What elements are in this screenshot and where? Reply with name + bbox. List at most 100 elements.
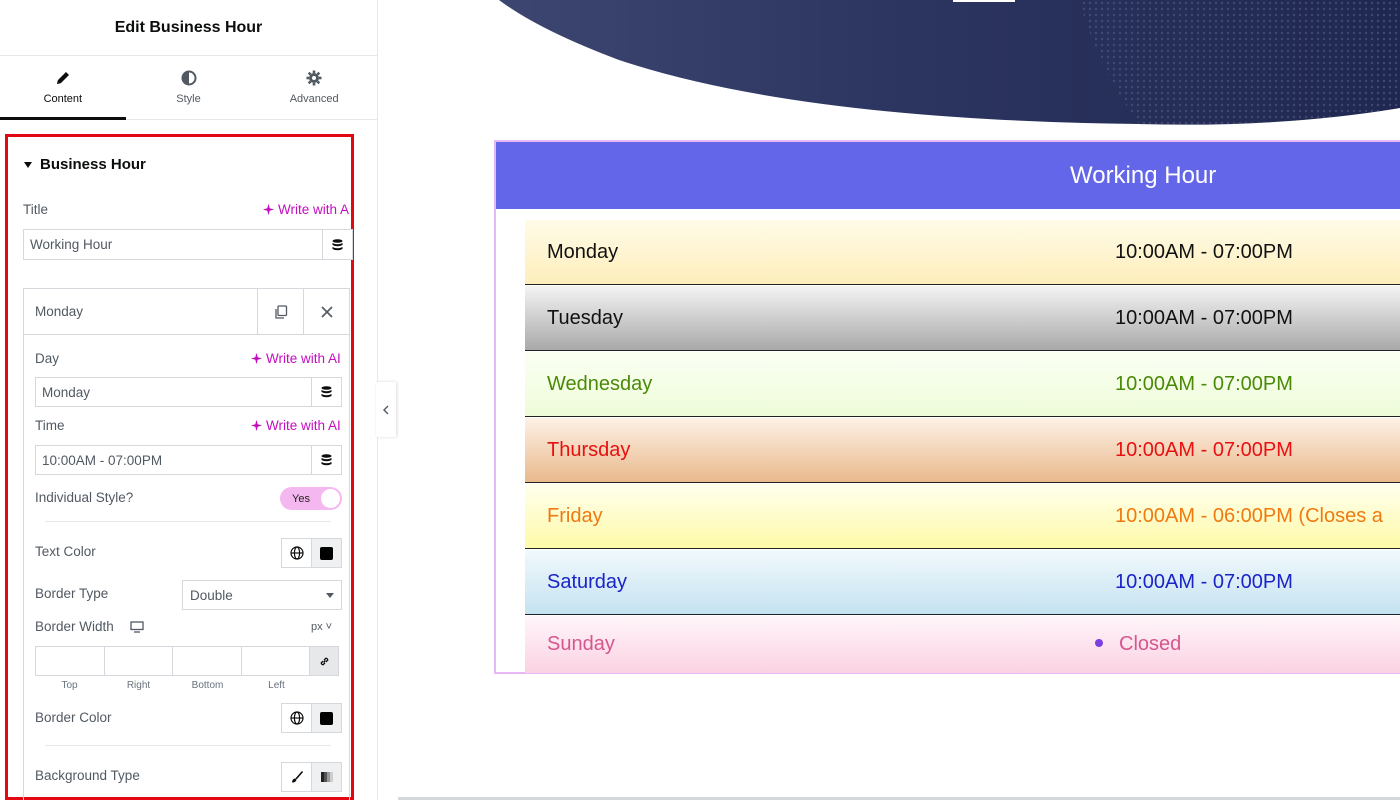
day-name: Tuesday (547, 306, 623, 329)
section-title: Business Hour (40, 156, 146, 173)
globe-icon (289, 711, 304, 725)
sparkle-icon (262, 203, 275, 216)
day-time: 10:00AM - 07:00PM (1115, 438, 1293, 461)
section-toggle-business-hour[interactable]: Business Hour (24, 156, 146, 173)
bullet-icon (1095, 638, 1103, 647)
border-width-label: Border Width (35, 619, 114, 634)
background-gradient-button[interactable] (311, 763, 341, 791)
link-icon (320, 657, 328, 665)
database-icon (332, 238, 343, 250)
day-name: Saturday (547, 570, 628, 593)
half-circle-icon (181, 70, 196, 86)
dynamic-tags-button[interactable] (311, 446, 341, 474)
day-time: 10:00AM - 07:00PM (1115, 570, 1293, 593)
hour-row-sunday: Sunday Closed (525, 616, 1400, 673)
border-type-label: Border Type (35, 586, 109, 601)
global-colors-button[interactable] (282, 539, 311, 567)
day-time: 10:00AM - 07:00PM (1115, 372, 1293, 395)
text-color-picker[interactable] (311, 539, 341, 567)
text-color-label: Text Color (35, 544, 96, 559)
time-write-ai-label: Write with AI (266, 418, 341, 433)
border-color-picker[interactable] (311, 704, 341, 732)
individual-style-toggle[interactable]: Yes (280, 487, 342, 510)
border-width-right[interactable] (103, 646, 173, 676)
day-time: Closed (1095, 633, 1400, 656)
day-time: 10:00AM - 07:00PM (1115, 240, 1293, 263)
day-time: 10:00AM - 06:00PM (Closes a (1115, 504, 1383, 527)
border-type-value: Double (190, 587, 233, 603)
remove-item-button[interactable] (303, 288, 349, 335)
tab-style[interactable]: Style (126, 56, 252, 119)
day-field-value[interactable]: Monday (36, 378, 311, 406)
time-field-value[interactable]: 10:00AM - 07:00PM (36, 446, 311, 474)
border-type-select[interactable]: Double (182, 580, 342, 610)
hour-row-saturday: Saturday 10:00AM - 07:00PM (525, 550, 1400, 615)
time-field[interactable]: 10:00AM - 07:00PM (35, 445, 342, 475)
tab-content[interactable]: Content (0, 56, 126, 120)
title-field[interactable]: Working Hour (23, 229, 353, 260)
panel-tabs: Content Style Advanced (0, 56, 377, 120)
dynamic-tags-button[interactable] (322, 230, 352, 259)
dynamic-tags-button[interactable] (311, 378, 341, 406)
individual-style-label: Individual Style? (35, 490, 134, 505)
globe-icon (289, 546, 304, 560)
border-color-label: Border Color (35, 710, 112, 725)
tab-advanced-label: Advanced (289, 93, 339, 105)
border-width-inputs (35, 646, 339, 676)
day-time: 10:00AM - 07:00PM (1115, 306, 1293, 329)
desktop-icon[interactable] (130, 621, 144, 633)
panel-collapse-handle[interactable] (376, 382, 396, 437)
hour-row-monday: Monday 10:00AM - 07:00PM (525, 220, 1400, 285)
copy-icon (274, 304, 287, 319)
gradient-icon (320, 772, 333, 782)
preview-canvas: Working Hour Monday 10:00AM - 07:00PM Tues… (379, 0, 1400, 800)
sparkle-icon (250, 352, 263, 365)
title-write-ai-link[interactable]: Write with A (262, 202, 349, 217)
day-field[interactable]: Monday (35, 377, 342, 407)
text-color-control[interactable] (281, 538, 342, 568)
divider (45, 521, 331, 522)
panel-header: Edit Business Hour (0, 0, 377, 56)
dim-label-right: Right (126, 680, 151, 691)
global-colors-button[interactable] (282, 704, 311, 732)
duplicate-item-button[interactable] (257, 288, 303, 335)
border-color-control[interactable] (281, 703, 342, 733)
widget-title: Working Hour (496, 142, 1400, 209)
hour-row-friday: Friday 10:00AM - 06:00PM (Closes a (525, 484, 1400, 549)
border-width-left[interactable] (240, 646, 310, 676)
toggle-value: Yes (292, 492, 310, 505)
border-width-bottom[interactable] (172, 646, 242, 676)
pencil-icon (56, 72, 69, 84)
background-type-label: Background Type (35, 768, 140, 783)
link-values-button[interactable] (309, 646, 339, 676)
day-label: Day (35, 351, 60, 366)
background-classic-button[interactable] (282, 763, 311, 791)
database-icon (321, 454, 332, 466)
tab-advanced[interactable]: Advanced (251, 56, 377, 119)
day-write-ai-link[interactable]: Write with AI (250, 351, 341, 366)
panel-content: Business Hour Title Write with A Working… (0, 121, 378, 800)
border-width-top[interactable] (35, 646, 105, 676)
unit-value: px (311, 621, 323, 633)
time-write-ai-link[interactable]: Write with AI (250, 418, 341, 433)
title-field-value[interactable]: Working Hour (24, 230, 322, 259)
color-swatch (320, 546, 333, 560)
business-hour-widget: Working Hour Monday 10:00AM - 07:00PM Tues… (494, 140, 1400, 674)
panel-title: Edit Business Hour (114, 18, 263, 36)
chevron-down-icon (326, 593, 334, 598)
day-name: Friday (547, 504, 603, 527)
editor-panel: Edit Business Hour Content Style Advance… (0, 0, 378, 800)
closed-text: Closed (1119, 633, 1182, 655)
caret-down-icon (24, 161, 32, 168)
day-name: Wednesday (547, 372, 653, 395)
title-label: Title (23, 202, 49, 217)
close-icon (320, 305, 333, 318)
repeater-item-header[interactable]: Monday (24, 288, 349, 335)
unit-selector[interactable]: px ˅ (311, 621, 332, 633)
dim-label-left: Left (268, 680, 285, 691)
dim-label-top: Top (61, 680, 78, 691)
hour-row-thursday: Thursday 10:00AM - 07:00PM (525, 418, 1400, 483)
day-name: Sunday (547, 633, 615, 655)
background-type-control[interactable] (281, 762, 342, 792)
hero-image (499, 0, 1400, 125)
